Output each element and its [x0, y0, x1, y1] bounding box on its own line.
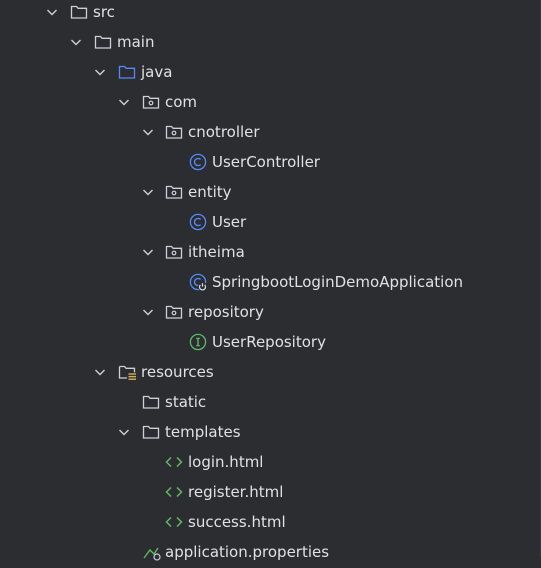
tree-item-itheima[interactable]: itheima	[0, 238, 541, 268]
tree-item-com[interactable]: com	[0, 88, 541, 118]
tree-item-templates[interactable]: templates	[0, 418, 541, 448]
chevron-down-icon[interactable]	[44, 4, 60, 20]
package-icon	[165, 125, 183, 139]
chevron-down-icon[interactable]	[68, 34, 84, 50]
class-icon	[189, 153, 207, 171]
tree-item-user[interactable]: User	[0, 208, 541, 238]
tree-item-label: repository	[188, 303, 264, 321]
properties-file-icon	[143, 547, 161, 561]
class-icon	[189, 213, 207, 231]
package-icon	[142, 95, 160, 109]
chevron-down-icon[interactable]	[92, 64, 108, 80]
tree-item-label: resources	[141, 363, 214, 381]
tree-item-resources[interactable]: resources	[0, 358, 541, 388]
spring-boot-application-icon	[189, 273, 208, 292]
tree-item-label: main	[117, 33, 155, 51]
tree-item-springbootlogindemoapplication[interactable]: SpringbootLoginDemoApplication	[0, 268, 541, 298]
chevron-down-icon[interactable]	[140, 124, 156, 140]
tree-item-label: SpringbootLoginDemoApplication	[212, 273, 464, 291]
chevron-down-icon[interactable]	[116, 424, 132, 440]
tree-item-src[interactable]: src	[0, 0, 541, 28]
tree-item-label: cnotroller	[188, 123, 260, 141]
chevron-down-icon[interactable]	[140, 244, 156, 260]
html-file-icon	[165, 516, 183, 528]
tree-item-label: java	[141, 63, 173, 81]
chevron-down-icon[interactable]	[116, 94, 132, 110]
tree-item-login-html[interactable]: login.html	[0, 448, 541, 478]
chevron-down-icon[interactable]	[140, 184, 156, 200]
tree-item-label: register.html	[188, 483, 284, 501]
tree-item-success-html[interactable]: success.html	[0, 508, 541, 538]
tree-item-label: src	[93, 3, 115, 21]
folder-icon	[70, 5, 88, 19]
package-icon	[165, 185, 183, 199]
tree-item-java[interactable]: java	[0, 58, 541, 88]
folder-icon	[142, 425, 160, 439]
tree-item-register-html[interactable]: register.html	[0, 478, 541, 508]
html-file-icon	[165, 456, 183, 468]
tree-item-cnotroller[interactable]: cnotroller	[0, 118, 541, 148]
tree-item-label: User	[212, 213, 247, 231]
tree-item-label: itheima	[188, 243, 245, 261]
tree-item-usercontroller[interactable]: UserController	[0, 148, 541, 178]
package-icon	[165, 245, 183, 259]
folder-icon	[94, 35, 112, 49]
tree-item-application-properties[interactable]: application.properties	[0, 538, 541, 568]
tree-item-label: entity	[188, 183, 232, 201]
tree-item-label: UserController	[212, 153, 320, 171]
tree-item-label: UserRepository	[212, 333, 326, 351]
source-root-folder-icon	[118, 65, 136, 79]
resources-folder-icon	[118, 365, 136, 380]
tree-item-label: login.html	[188, 453, 264, 471]
tree-item-label: success.html	[188, 513, 286, 531]
folder-icon	[142, 395, 160, 409]
chevron-down-icon[interactable]	[92, 364, 108, 380]
tree-item-main[interactable]: main	[0, 28, 541, 58]
tree-item-label: templates	[165, 423, 241, 441]
package-icon	[165, 305, 183, 319]
html-file-icon	[165, 486, 183, 498]
interface-icon	[189, 333, 207, 351]
tree-item-entity[interactable]: entity	[0, 178, 541, 208]
chevron-down-icon[interactable]	[140, 304, 156, 320]
tree-item-static[interactable]: static	[0, 388, 541, 418]
project-tree: src main java com cnotroller UserControl…	[0, 0, 541, 561]
tree-item-label: com	[165, 93, 198, 111]
tree-item-label: application.properties	[165, 543, 330, 561]
tree-item-repository[interactable]: repository	[0, 298, 541, 328]
tree-item-label: static	[165, 393, 207, 411]
tree-item-userrepository[interactable]: UserRepository	[0, 328, 541, 358]
